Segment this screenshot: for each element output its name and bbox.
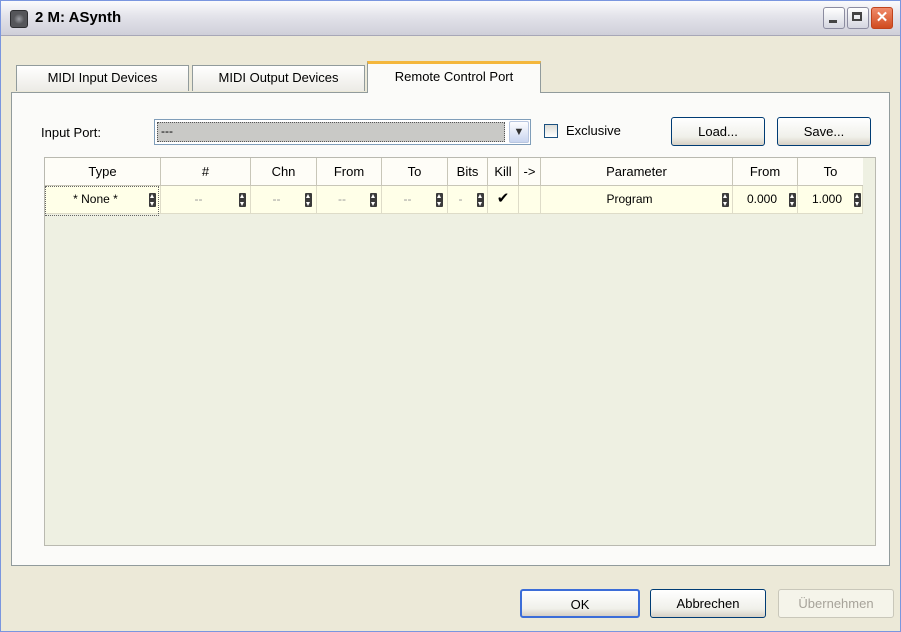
dialog-window: 2 M: ASynth ✕ MIDI Input Devices MIDI Ou…	[0, 0, 901, 632]
apply-button[interactable]: Übernehmen	[778, 589, 894, 618]
spinner-icon[interactable]	[239, 193, 246, 207]
spinner-icon[interactable]	[854, 193, 861, 207]
col-header-kill[interactable]: Kill	[488, 158, 519, 186]
cell-param-from[interactable]: 0.000	[733, 186, 798, 214]
cell-param-to-value: 1.000	[811, 192, 843, 206]
synth-app-icon[interactable]	[10, 10, 28, 28]
col-header-channel[interactable]: Chn	[251, 158, 317, 186]
maximize-icon[interactable]	[847, 7, 869, 29]
cell-from-value: --	[338, 192, 346, 206]
col-header-number[interactable]: #	[161, 158, 251, 186]
input-port-select[interactable]: --- ▼	[154, 119, 531, 145]
title-bar[interactable]: 2 M: ASynth ✕	[1, 1, 900, 36]
spinner-icon[interactable]	[477, 193, 484, 207]
tab-midi-input-devices[interactable]: MIDI Input Devices	[16, 65, 189, 91]
cell-arrow[interactable]	[519, 186, 541, 214]
cell-bits-value: -	[458, 192, 463, 206]
col-header-param-from[interactable]: From	[733, 158, 798, 186]
cell-parameter-value: Program	[606, 192, 653, 206]
cell-type-value: * None *	[73, 192, 118, 206]
window-title: 2 M: ASynth	[35, 9, 122, 26]
cell-kill[interactable]: ✔	[488, 186, 519, 214]
chevron-down-icon[interactable]: ▼	[509, 121, 529, 143]
spinner-icon[interactable]	[722, 193, 729, 207]
exclusive-label[interactable]: Exclusive	[566, 123, 621, 138]
col-header-type[interactable]: Type	[45, 158, 161, 186]
save-button[interactable]: Save...	[777, 117, 871, 146]
close-icon[interactable]: ✕	[871, 7, 893, 29]
cell-from[interactable]: --	[317, 186, 382, 214]
cell-channel[interactable]: --	[251, 186, 317, 214]
col-header-param-to[interactable]: To	[798, 158, 863, 186]
col-header-bits[interactable]: Bits	[448, 158, 488, 186]
col-header-parameter[interactable]: Parameter	[541, 158, 733, 186]
tab-remote-control-port[interactable]: Remote Control Port	[367, 61, 541, 93]
spinner-icon[interactable]	[370, 193, 377, 207]
col-header-arrow[interactable]: ->	[519, 158, 541, 186]
input-port-label: Input Port:	[41, 125, 101, 140]
spinner-icon[interactable]	[789, 193, 796, 207]
spinner-icon[interactable]	[436, 193, 443, 207]
ok-button[interactable]: OK	[520, 589, 640, 618]
cell-type[interactable]: * None *	[45, 186, 161, 214]
cell-to-value: --	[403, 192, 412, 206]
cancel-button[interactable]: Abbrechen	[650, 589, 766, 618]
exclusive-checkbox[interactable]	[544, 124, 558, 138]
spinner-icon[interactable]	[305, 193, 312, 207]
tab-midi-output-devices[interactable]: MIDI Output Devices	[192, 65, 365, 91]
cell-param-from-value: 0.000	[746, 192, 778, 206]
load-button[interactable]: Load...	[671, 117, 765, 146]
minimize-icon[interactable]	[823, 7, 845, 29]
input-port-value: ---	[157, 122, 505, 142]
close-glyph: ✕	[875, 9, 889, 26]
cell-bits[interactable]: -	[448, 186, 488, 214]
cell-to[interactable]: --	[382, 186, 448, 214]
spinner-icon[interactable]	[149, 193, 156, 207]
cell-number[interactable]: --	[161, 186, 251, 214]
cell-number-value: --	[194, 192, 203, 206]
mapping-grid[interactable]: Type # Chn From To Bits Kill -> Paramete…	[44, 157, 876, 546]
check-icon: ✔	[496, 190, 510, 207]
col-header-from[interactable]: From	[317, 158, 382, 186]
cell-parameter[interactable]: Program	[541, 186, 733, 214]
cell-channel-value: --	[272, 192, 281, 206]
col-header-to[interactable]: To	[382, 158, 448, 186]
cell-param-to[interactable]: 1.000	[798, 186, 863, 214]
